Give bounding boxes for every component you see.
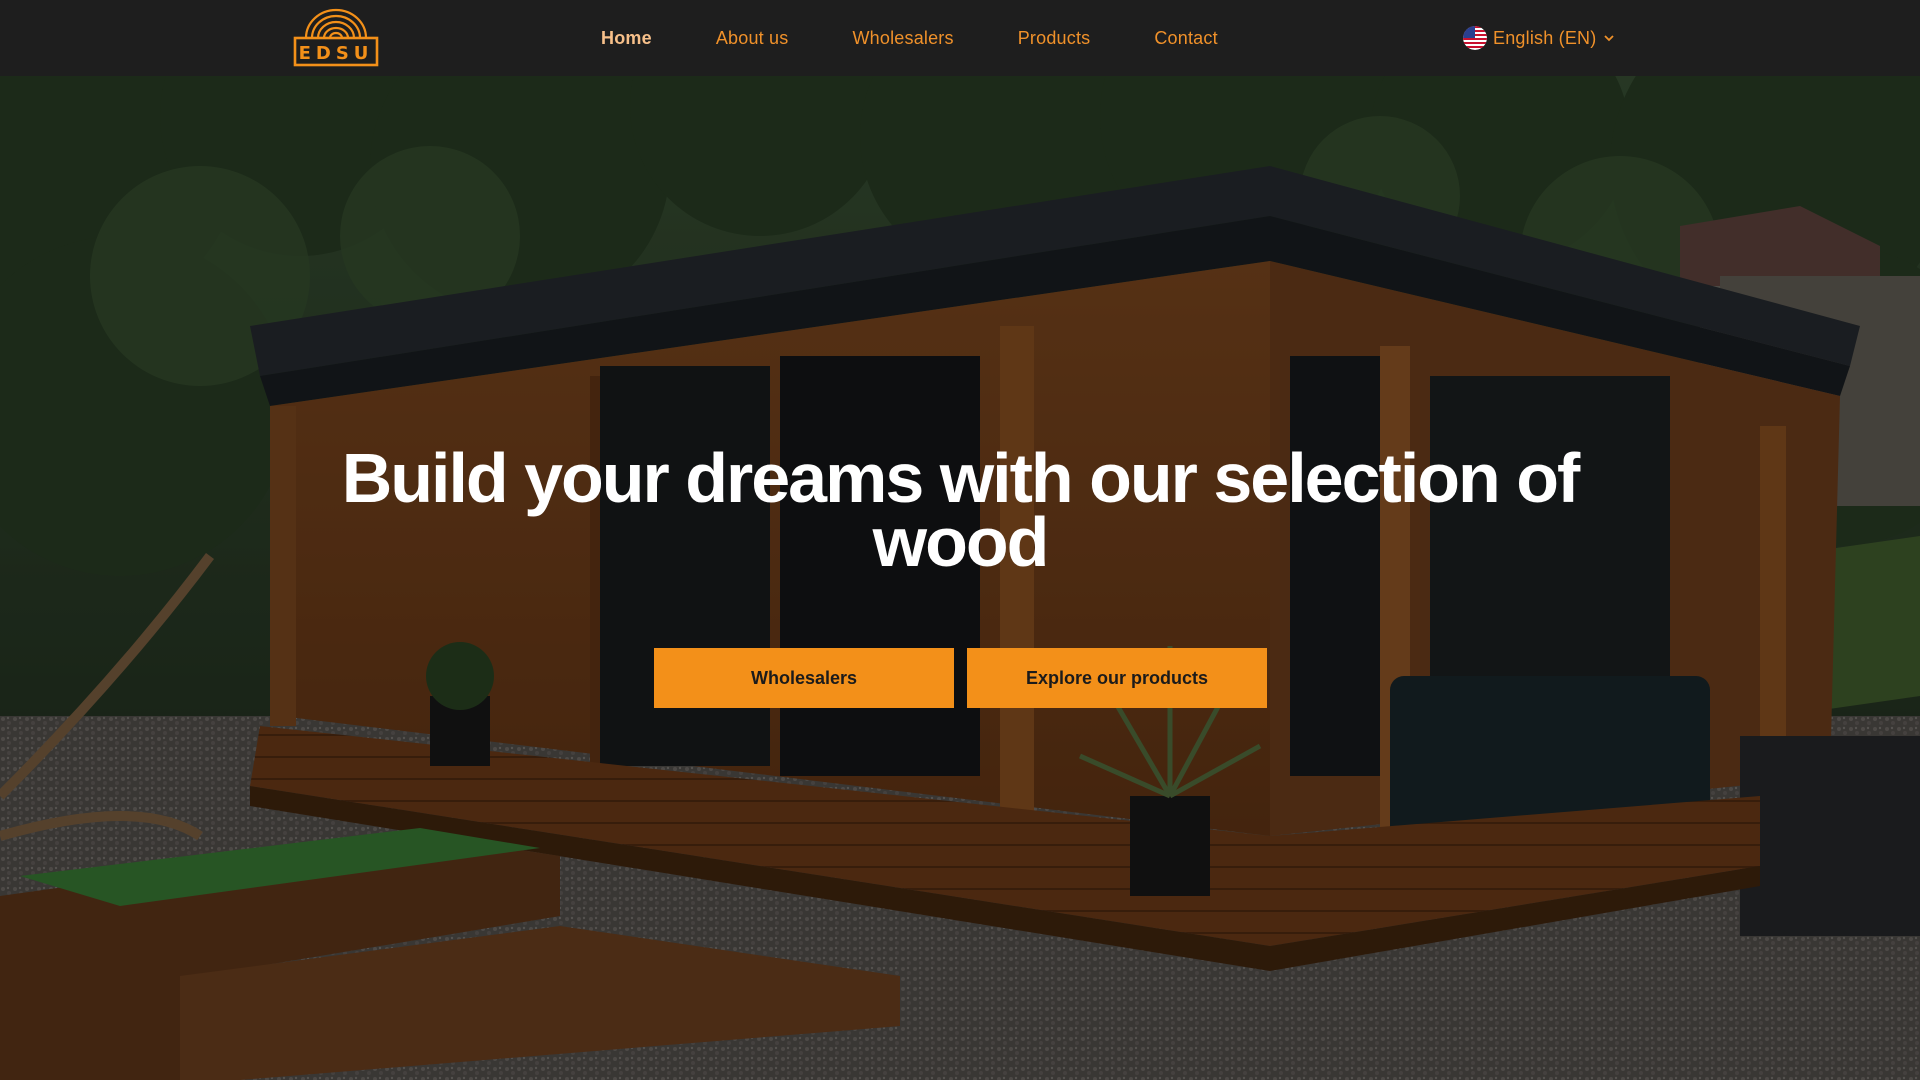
- us-flag-icon: [1463, 26, 1487, 50]
- nav-home[interactable]: Home: [601, 28, 652, 49]
- svg-text:EDSU: EDSU: [299, 43, 374, 64]
- nav-wholesalers[interactable]: Wholesalers: [852, 28, 953, 49]
- wholesalers-button[interactable]: Wholesalers: [654, 648, 954, 708]
- main-nav: Home About us Wholesalers Products Conta…: [601, 0, 1282, 76]
- hero-section: Build your dreams with our selection of …: [0, 76, 1920, 1080]
- hero-title-line-2: wood: [872, 503, 1050, 581]
- nav-about-us[interactable]: About us: [716, 28, 789, 49]
- nav-products[interactable]: Products: [1018, 28, 1091, 49]
- top-navbar: EDSU Home About us Wholesalers Products …: [0, 0, 1920, 76]
- hero-title: Build your dreams with our selection of …: [330, 443, 1590, 577]
- hero-cta-group: Wholesalers Explore our products: [654, 648, 1267, 708]
- edsu-logo[interactable]: EDSU: [292, 8, 380, 68]
- page: EDSU Home About us Wholesalers Products …: [0, 0, 1920, 1080]
- chevron-down-icon: [1602, 31, 1616, 45]
- explore-products-button[interactable]: Explore our products: [967, 648, 1267, 708]
- language-selector[interactable]: English (EN): [1463, 24, 1616, 52]
- language-label: English (EN): [1493, 27, 1597, 48]
- nav-contact[interactable]: Contact: [1154, 28, 1217, 49]
